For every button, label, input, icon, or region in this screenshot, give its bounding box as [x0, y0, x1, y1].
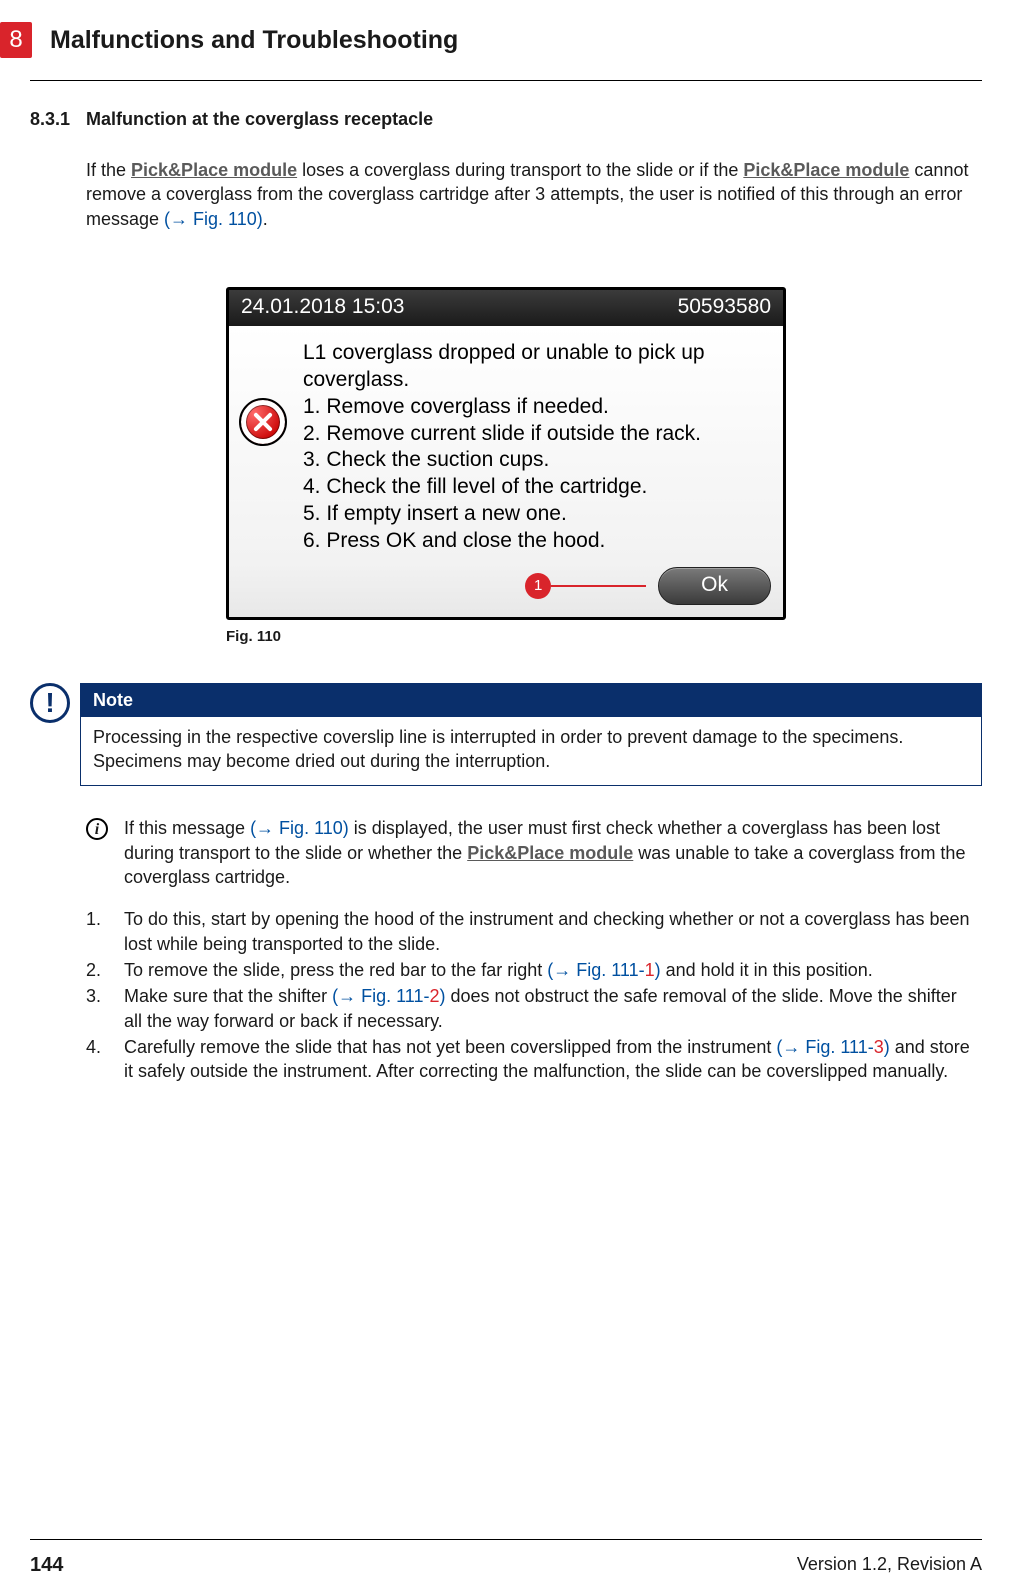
version-label: Version 1.2, Revision A: [797, 1554, 982, 1577]
glossary-link-pick-and-place[interactable]: Pick&Place module: [467, 843, 633, 863]
screenshot-message: L1 coverglass dropped or unable to pick …: [303, 340, 771, 555]
figure-reference[interactable]: (→ Fig. 111-2): [332, 986, 445, 1006]
ok-button[interactable]: Ok: [658, 567, 771, 605]
page-footer: 144 Version 1.2, Revision A: [30, 1539, 982, 1577]
note-box: ! Note Processing in the respective cove…: [30, 683, 982, 787]
figure-reference[interactable]: (→ Fig. 110): [164, 209, 263, 229]
msg-line: 2. Remove current slide if outside the r…: [303, 421, 771, 448]
glossary-link-pick-and-place[interactable]: Pick&Place module: [131, 160, 297, 180]
text: Make sure that the shifter: [124, 986, 332, 1006]
section-title: Malfunction at the coverglass receptacle: [86, 109, 433, 130]
step-item: Carefully remove the slide that has not …: [86, 1035, 972, 1084]
text: and hold it in this position.: [661, 960, 873, 980]
screenshot-header: 24.01.2018 15:03 50593580: [229, 290, 783, 326]
note-body: Processing in the respective coverslip l…: [81, 717, 981, 786]
figure-reference[interactable]: (→ Fig. 110): [250, 818, 349, 838]
msg-line: 4. Check the fill level of the cartridge…: [303, 474, 771, 501]
text: loses a coverglass during transport to t…: [297, 160, 743, 180]
msg-line: 1. Remove coverglass if needed.: [303, 394, 771, 421]
text: If this message: [124, 818, 250, 838]
text: If the: [86, 160, 131, 180]
step-item: Make sure that the shifter (→ Fig. 111-2…: [86, 984, 972, 1033]
note-icon: !: [30, 683, 70, 723]
chapter-title: Malfunctions and Troubleshooting: [50, 26, 458, 55]
screenshot-code: 50593580: [678, 295, 771, 319]
section-heading: 8.3.1 Malfunction at the coverglass rece…: [30, 109, 982, 130]
steps-list: To do this, start by opening the hood of…: [86, 907, 972, 1085]
note-title: Note: [81, 684, 981, 717]
figure-reference[interactable]: (→ Fig. 111-1): [547, 960, 660, 980]
figure-110: 24.01.2018 15:03 50593580 L1 coverglass …: [226, 287, 786, 645]
msg-line: 3. Check the suction cups.: [303, 447, 771, 474]
error-icon: [239, 398, 287, 446]
callout-marker-1: 1: [525, 573, 551, 599]
figure-caption: Fig. 110: [226, 628, 786, 645]
msg-line: 6. Press OK and close the hood.: [303, 528, 771, 555]
chapter-number-badge: 8: [0, 22, 32, 58]
text: To do this, start by opening the hood of…: [124, 909, 970, 953]
step-item: To do this, start by opening the hood of…: [86, 907, 972, 956]
msg-line: L1 coverglass dropped or unable to pick …: [303, 340, 771, 394]
text: Carefully remove the slide that has not …: [124, 1037, 776, 1057]
page-header: 8 Malfunctions and Troubleshooting: [30, 0, 982, 81]
figure-reference[interactable]: (→ Fig. 111-3): [776, 1037, 889, 1057]
step-item: To remove the slide, press the red bar t…: [86, 958, 972, 982]
callout-leader-line: [551, 585, 646, 587]
intro-paragraph: If the Pick&Place module loses a covergl…: [86, 158, 972, 231]
glossary-link-pick-and-place[interactable]: Pick&Place module: [743, 160, 909, 180]
text: .: [263, 209, 268, 229]
page-number: 144: [30, 1554, 63, 1577]
device-screenshot: 24.01.2018 15:03 50593580 L1 coverglass …: [226, 287, 786, 620]
screenshot-timestamp: 24.01.2018 15:03: [241, 295, 405, 319]
info-paragraph: i If this message (→ Fig. 110) is displa…: [86, 816, 972, 889]
section-number: 8.3.1: [30, 109, 86, 130]
msg-line: 5. If empty insert a new one.: [303, 501, 771, 528]
info-icon: i: [86, 818, 108, 840]
text: To remove the slide, press the red bar t…: [124, 960, 547, 980]
